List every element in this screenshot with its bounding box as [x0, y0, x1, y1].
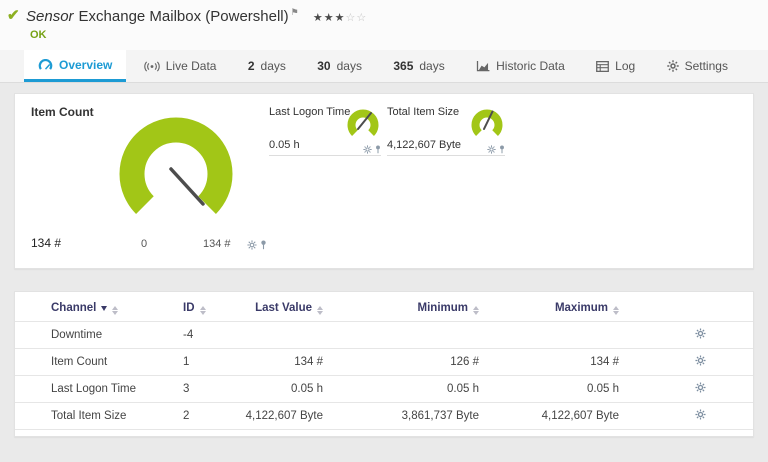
stars-empty: ☆☆ — [345, 12, 367, 24]
channel-id: 2 — [175, 403, 240, 430]
gauge-pin-icon[interactable] — [375, 145, 381, 154]
settings-gear-icon — [667, 60, 679, 72]
tab-log[interactable]: Log — [582, 50, 649, 82]
sort-icon — [200, 306, 206, 315]
channel-minimum: 0.05 h — [327, 376, 483, 403]
tab-label: days — [261, 59, 286, 73]
table-row[interactable]: Downtime -4 — [15, 322, 753, 349]
channel-name: Item Count — [15, 349, 175, 376]
small-gauge-total-item-size: Total Item Size 4,122,607 Byte — [387, 106, 505, 156]
tab-overview[interactable]: Overview — [24, 50, 126, 82]
column-header-actions — [623, 296, 753, 322]
channel-last-value: 4,122,607 Byte — [240, 403, 327, 430]
column-header-maximum[interactable]: Maximum — [483, 296, 623, 322]
total-item-size-gauge — [469, 107, 505, 143]
tab-label: Historic Data — [496, 59, 565, 73]
status-badge: OK — [30, 29, 758, 41]
main-gauge-scale-max: 134 # — [203, 238, 231, 250]
channel-maximum: 4,122,607 Byte — [483, 403, 623, 430]
live-data-icon — [144, 61, 160, 72]
status-ok-check-icon: ✔ — [7, 6, 20, 24]
gauge-settings-gear-icon[interactable] — [247, 240, 257, 250]
channel-minimum: 3,861,737 Byte — [327, 403, 483, 430]
small-gauge-value: 4,122,607 Byte — [387, 139, 461, 151]
chevron-down-icon — [101, 306, 107, 311]
log-icon — [596, 61, 609, 72]
priority-stars[interactable]: ★★★☆☆ — [313, 12, 367, 24]
channel-maximum — [483, 322, 623, 349]
tab-label: days — [337, 59, 362, 73]
flag-icon[interactable]: ⚑ — [291, 7, 299, 17]
sort-icon — [473, 306, 479, 315]
channel-name: Last Logon Time — [15, 376, 175, 403]
tab-historic-data[interactable]: Historic Data — [462, 50, 579, 82]
tab-label: Live Data — [166, 59, 217, 73]
tab-number: 2 — [248, 59, 255, 73]
sort-icon — [613, 306, 619, 315]
historic-data-icon — [476, 61, 490, 72]
table-header-row: Channel ID Last Value Minimum Maximum — [15, 296, 753, 322]
channel-maximum: 0.05 h — [483, 376, 623, 403]
channel-id: -4 — [175, 322, 240, 349]
channel-name: Total Item Size — [15, 403, 175, 430]
sort-icon — [317, 306, 323, 315]
column-header-last-value[interactable]: Last Value — [240, 296, 327, 322]
channel-last-value: 0.05 h — [240, 376, 327, 403]
channel-name: Downtime — [15, 322, 175, 349]
gauge-pin-icon[interactable] — [499, 145, 505, 154]
channel-maximum: 134 # — [483, 349, 623, 376]
gauges-panel: Item Count 134 # 0 134 # Last Logon Time… — [14, 93, 754, 269]
tab-number: 365 — [393, 59, 413, 73]
tab-label: Overview — [59, 58, 112, 72]
content-area: Item Count 134 # 0 134 # Last Logon Time… — [0, 83, 768, 437]
page-title: Sensor Exchange Mailbox (Powershell)⚑ ★★★… — [26, 7, 758, 25]
stars-filled: ★★★ — [313, 12, 346, 24]
tab-label: Log — [615, 59, 635, 73]
column-header-id[interactable]: ID — [175, 296, 240, 322]
main-gauge-title: Item Count — [31, 105, 94, 119]
gauge-pin-icon[interactable] — [260, 240, 267, 250]
column-header-channel[interactable]: Channel — [15, 296, 175, 322]
main-gauge-value: 134 # — [31, 236, 61, 250]
gauge-icon — [38, 59, 53, 71]
gauge-settings-gear-icon[interactable] — [487, 145, 496, 154]
channel-last-value — [240, 322, 327, 349]
channel-id: 3 — [175, 376, 240, 403]
tab-live-data[interactable]: Live Data — [130, 50, 231, 82]
small-gauge-value: 0.05 h — [269, 139, 300, 151]
tab-number: 30 — [317, 59, 330, 73]
sort-icon — [112, 306, 118, 315]
main-gauge-scale-min: 0 — [141, 238, 147, 250]
tab-label: Settings — [685, 59, 728, 73]
sensor-header: ✔ Sensor Exchange Mailbox (Powershell)⚑ ★… — [0, 0, 768, 50]
sensor-type-label: Sensor — [26, 8, 74, 25]
gauge-settings-gear-icon[interactable] — [363, 145, 372, 154]
channel-settings-gear-icon[interactable] — [695, 328, 706, 339]
sensor-title: Exchange Mailbox (Powershell) — [79, 8, 289, 25]
small-gauge-last-logon-time: Last Logon Time 0.05 h — [269, 106, 381, 156]
channel-minimum — [327, 322, 483, 349]
table-row[interactable]: Last Logon Time 3 0.05 h 0.05 h 0.05 h — [15, 376, 753, 403]
table-row[interactable]: Item Count 1 134 # 126 # 134 # — [15, 349, 753, 376]
channel-settings-gear-icon[interactable] — [695, 409, 706, 420]
last-logon-time-gauge — [345, 107, 381, 143]
tab-2-days[interactable]: 2 days — [234, 50, 300, 82]
item-count-gauge — [110, 106, 245, 236]
tab-settings[interactable]: Settings — [653, 50, 742, 82]
tab-30-days[interactable]: 30 days — [303, 50, 376, 82]
channel-table-panel: Channel ID Last Value Minimum Maximum Do… — [14, 291, 754, 437]
channel-minimum: 126 # — [327, 349, 483, 376]
tab-bar: Overview Live Data 2 days 30 days 365 da… — [0, 50, 768, 83]
table-row[interactable]: Total Item Size 2 4,122,607 Byte 3,861,7… — [15, 403, 753, 430]
tab-365-days[interactable]: 365 days — [379, 50, 458, 82]
tab-label: days — [419, 59, 444, 73]
column-header-minimum[interactable]: Minimum — [327, 296, 483, 322]
channel-last-value: 134 # — [240, 349, 327, 376]
channel-table: Channel ID Last Value Minimum Maximum Do… — [15, 296, 753, 430]
channel-settings-gear-icon[interactable] — [695, 382, 706, 393]
channel-id: 1 — [175, 349, 240, 376]
channel-settings-gear-icon[interactable] — [695, 355, 706, 366]
